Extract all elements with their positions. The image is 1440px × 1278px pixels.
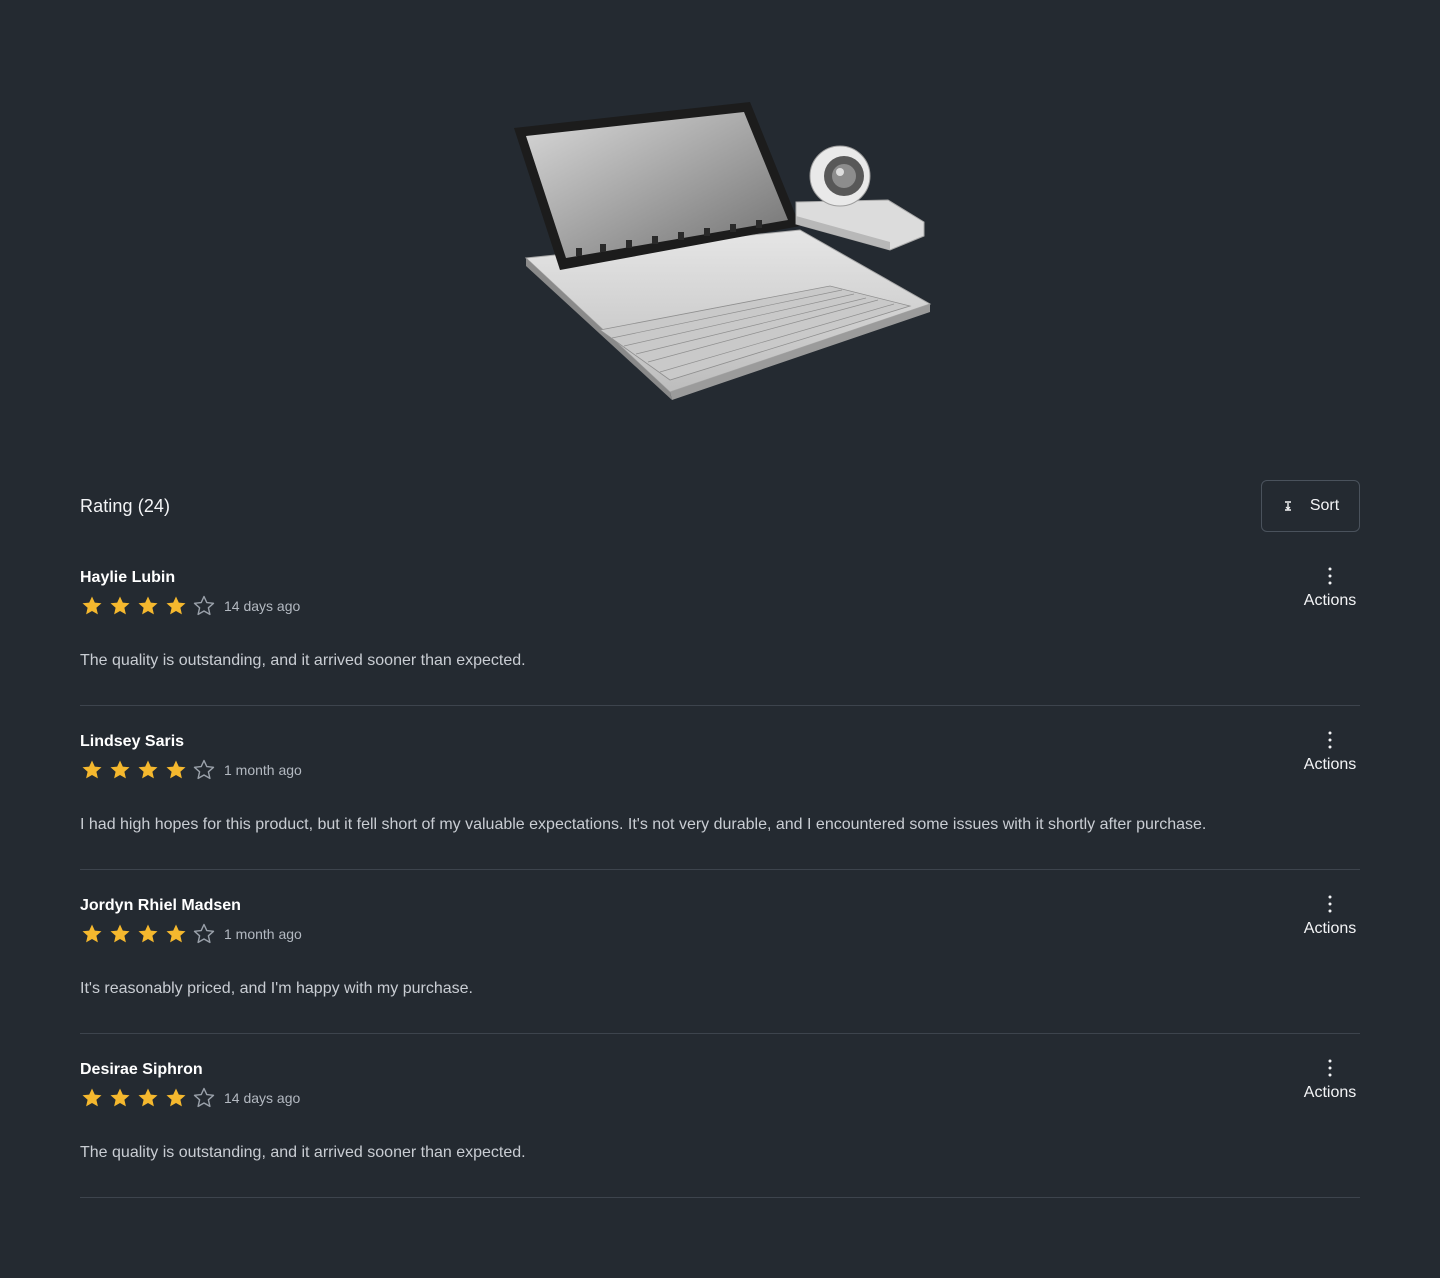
review-meta: 1 month ago — [80, 922, 302, 946]
review-date: 14 days ago — [224, 598, 301, 614]
reviewer-name: Desirae Siphron — [80, 1061, 203, 1078]
star-filled-icon — [166, 1088, 186, 1107]
star-filled-icon — [166, 924, 186, 943]
review-date: 1 month ago — [224, 926, 302, 942]
star-empty-icon — [193, 1087, 215, 1108]
review-item: Desirae Siphron 14 days ago The quality … — [80, 1034, 1360, 1198]
review-actions-button[interactable]: Actions — [1300, 1058, 1360, 1102]
star-rating — [80, 594, 216, 618]
review-item: Lindsey Saris 1 month ago I had high hop… — [80, 706, 1360, 870]
review-date: 1 month ago — [224, 762, 302, 778]
review-item: Haylie Lubin 14 days ago The quality is … — [80, 542, 1360, 706]
actions-label: Actions — [1303, 920, 1357, 937]
star-filled-icon — [82, 596, 102, 615]
star-filled-icon — [138, 1088, 158, 1107]
star-rating — [80, 1086, 216, 1110]
reviewer-name: Jordyn Rhiel Madsen — [80, 897, 241, 914]
star-filled-icon — [82, 1088, 102, 1107]
star-filled-icon — [138, 596, 158, 615]
star-filled-icon — [138, 924, 158, 943]
actions-label: Actions — [1303, 1084, 1357, 1101]
review-meta: 1 month ago — [80, 758, 302, 782]
star-empty-icon — [193, 759, 215, 780]
tablet-keyboard-dock-icon — [514, 102, 932, 400]
star-filled-icon — [82, 924, 102, 943]
actions-label: Actions — [1303, 592, 1357, 609]
reviewer-name: Haylie Lubin — [80, 569, 176, 586]
sort-label: Sort — [1309, 497, 1340, 514]
rating-title: Rating (24) — [80, 496, 171, 516]
review-text: The quality is outstanding, and it arriv… — [80, 652, 526, 669]
review-actions-button[interactable]: Actions — [1300, 566, 1360, 610]
review-date: 14 days ago — [224, 1090, 301, 1106]
star-filled-icon — [166, 596, 186, 615]
review-list: Haylie Lubin 14 days ago The quality is … — [80, 542, 1360, 1198]
review-meta: 14 days ago — [80, 1086, 300, 1110]
review-meta: 14 days ago — [80, 594, 300, 618]
star-filled-icon — [82, 760, 102, 779]
star-filled-icon — [166, 760, 186, 779]
sort-icon — [1284, 501, 1291, 511]
star-filled-icon — [110, 1088, 130, 1107]
kebab-menu-icon — [1328, 895, 1332, 913]
kebab-menu-icon — [1328, 1059, 1332, 1077]
review-text: It's reasonably priced, and I'm happy wi… — [80, 980, 473, 997]
review-text: I had high hopes for this product, but i… — [80, 816, 1207, 833]
star-rating — [80, 758, 216, 782]
kebab-menu-icon — [1328, 567, 1332, 585]
star-empty-icon — [193, 923, 215, 944]
rating-header: Rating (24) Sort — [80, 480, 1360, 534]
star-filled-icon — [110, 760, 130, 779]
star-empty-icon — [193, 595, 215, 616]
review-actions-button[interactable]: Actions — [1300, 730, 1360, 774]
star-filled-icon — [110, 596, 130, 615]
kebab-menu-icon — [1328, 731, 1332, 749]
star-filled-icon — [138, 760, 158, 779]
actions-label: Actions — [1303, 756, 1357, 773]
star-filled-icon — [110, 924, 130, 943]
sort-button[interactable]: Sort — [1261, 480, 1360, 532]
review-item: Jordyn Rhiel Madsen 1 month ago It's rea… — [80, 870, 1360, 1034]
reviewer-name: Lindsey Saris — [80, 733, 185, 750]
review-actions-button[interactable]: Actions — [1300, 894, 1360, 938]
product-image — [500, 90, 940, 410]
review-text: The quality is outstanding, and it arriv… — [80, 1144, 526, 1161]
star-rating — [80, 922, 216, 946]
